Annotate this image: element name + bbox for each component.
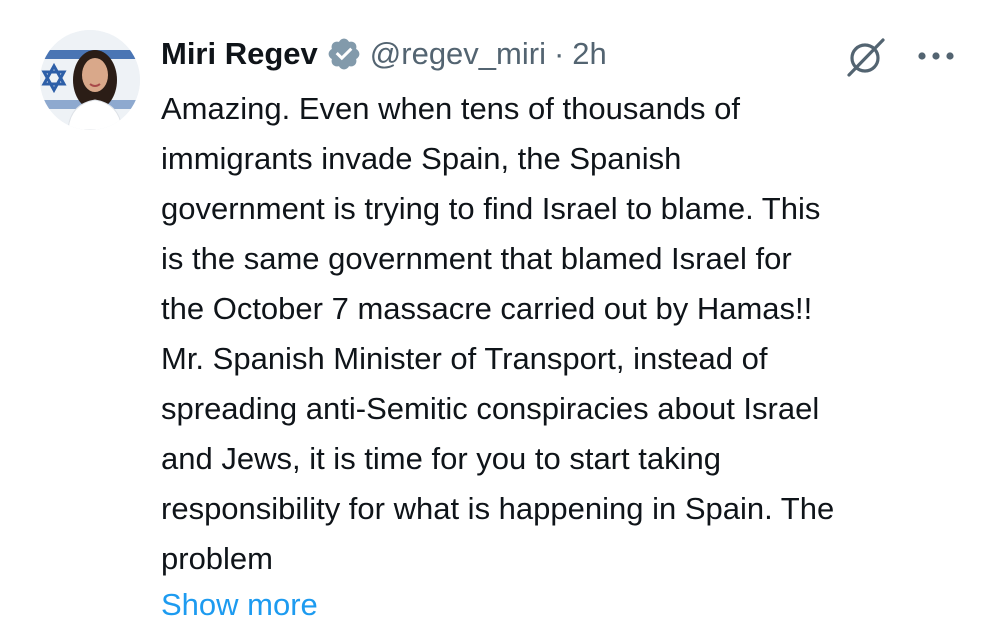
- timestamp[interactable]: 2h: [572, 36, 606, 72]
- user-handle[interactable]: @regev_miri: [370, 36, 546, 72]
- tweet-text-line: problem: [161, 541, 273, 576]
- tweet-text-line: and Jews, it is time for you to start ta…: [161, 441, 721, 476]
- verified-badge-icon: [326, 36, 362, 72]
- tweet-text-line: is the same government that blamed Israe…: [161, 241, 792, 276]
- more-options-icon[interactable]: [913, 36, 959, 76]
- tweet-text-line: immigrants invade Spain, the Spanish: [161, 141, 682, 176]
- tweet-text-line: spreading anti-Semitic conspiracies abou…: [161, 391, 820, 426]
- separator-dot: ·: [553, 36, 565, 71]
- tweet-text: Amazing. Even when tens of thousands of …: [161, 84, 961, 584]
- show-more-link[interactable]: Show more: [161, 580, 318, 630]
- tweet-text-line: Mr. Spanish Minister of Transport, inste…: [161, 341, 768, 376]
- tweet-text-line: responsibility for what is happening in …: [161, 491, 835, 526]
- tweet-card[interactable]: Miri Regev @regev_miri · 2h Amazing. Eve…: [0, 0, 1000, 638]
- avatar-image: [40, 30, 140, 130]
- tweet-text-line: Amazing. Even when tens of thousands of: [161, 91, 741, 126]
- display-name[interactable]: Miri Regev: [161, 36, 318, 72]
- tweet-header: Miri Regev @regev_miri · 2h: [161, 30, 607, 78]
- avatar[interactable]: [40, 30, 140, 130]
- tweet-text-line: the October 7 massacre carried out by Ha…: [161, 291, 813, 326]
- grok-icon[interactable]: [843, 34, 889, 80]
- tweet-text-line: government is trying to find Israel to b…: [161, 191, 821, 226]
